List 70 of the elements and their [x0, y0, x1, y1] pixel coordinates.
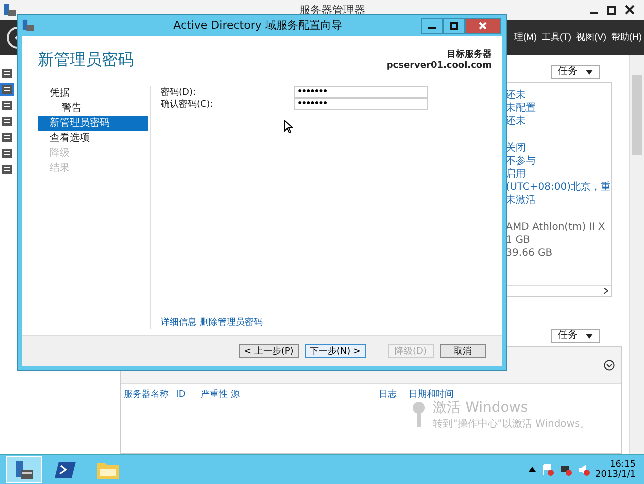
nav-item[interactable] — [0, 99, 14, 112]
property-link[interactable]: 启用 — [506, 168, 611, 181]
property-link[interactable]: 不参与 — [506, 155, 611, 168]
wizard-step[interactable]: 警告 — [38, 101, 148, 116]
property-value: 1 GB — [506, 234, 532, 247]
activation-text: 转到"操作中心"以激活 Windows。 — [433, 418, 590, 431]
property-link[interactable]: 还未 — [506, 89, 611, 102]
dialog-button[interactable]: 下一步(N) > — [304, 344, 366, 358]
close-icon[interactable] — [624, 4, 636, 16]
key-icon — [411, 401, 428, 429]
property-value: 39.66 GB — [506, 247, 554, 260]
column-header[interactable]: 服务器名称 — [124, 388, 176, 401]
nav-item[interactable] — [0, 115, 14, 128]
field-label: 密码(D): — [161, 86, 197, 98]
column-header[interactable]: 严重性 — [201, 388, 232, 401]
column-header[interactable]: 源 — [231, 388, 380, 401]
property-link[interactable]: 关闭 — [506, 142, 611, 155]
close-button[interactable] — [465, 18, 501, 34]
nav-item[interactable] — [0, 67, 14, 80]
menu-item[interactable]: 理(M) — [514, 31, 537, 44]
taskbar-app[interactable] — [6, 456, 42, 483]
server-manager-icon — [13, 458, 35, 480]
field-label: 确认密码(C): — [161, 98, 214, 110]
column-header[interactable]: 日期和时间 — [409, 388, 470, 401]
network-icon[interactable] — [560, 464, 572, 476]
nav-item[interactable] — [0, 163, 14, 176]
wizard-step[interactable]: 凭据 — [38, 86, 148, 101]
property-link[interactable]: 还未 — [506, 115, 611, 128]
maximize-button[interactable] — [443, 18, 465, 34]
target-label: 目标服务器 — [447, 50, 492, 61]
column-header[interactable]: 日志 — [379, 388, 410, 401]
app-icon — [22, 19, 35, 32]
property-link[interactable]: (UTC+08:00)北京，重 — [506, 181, 611, 194]
property-link[interactable]: 未激活 — [506, 194, 611, 207]
tasks-button[interactable]: 任务 — [551, 329, 600, 343]
property-value: AMD Athlon(tm) II X — [506, 221, 606, 234]
scroll-right-icon[interactable] — [604, 288, 608, 294]
flag-icon[interactable] — [542, 464, 554, 476]
target-server: pcserver01.cool.com — [386, 61, 492, 72]
close-icon — [479, 22, 487, 30]
activation-title: 激活 Windows — [433, 399, 530, 417]
vertical-scrollbar[interactable] — [629, 55, 644, 454]
nav-item[interactable] — [0, 131, 14, 144]
nav-item[interactable] — [0, 83, 14, 96]
wizard-step[interactable]: 新管理员密码 — [38, 116, 148, 131]
dialog-title: Active Directory 域服务配置向导 — [172, 18, 344, 33]
terminal-icon — [55, 460, 77, 478]
menu-item[interactable]: 工具(T) — [542, 31, 572, 44]
dialog-button[interactable]: 取消 — [440, 344, 486, 358]
dialog-button[interactable]: < 上一步(P) — [238, 344, 299, 358]
menu-item[interactable]: 帮助(H) — [612, 31, 642, 44]
speaker-icon[interactable] — [578, 464, 590, 476]
page-heading: 新管理员密码 — [38, 50, 134, 71]
expand-icon[interactable] — [604, 360, 615, 370]
maximize-icon — [450, 22, 458, 30]
property-link[interactable]: 未配置 — [506, 102, 611, 115]
menu-item[interactable]: 视图(V) — [576, 31, 606, 44]
caret-icon — [586, 334, 593, 338]
restore-icon[interactable] — [606, 4, 618, 16]
tasks-button[interactable]: 任务 — [551, 65, 600, 79]
nav-item[interactable] — [0, 147, 14, 160]
wizard-step[interactable]: 查看选项 — [38, 131, 148, 146]
minimize-button[interactable] — [421, 18, 443, 34]
column-header[interactable]: ID — [176, 390, 202, 400]
caret-icon — [586, 70, 593, 74]
cursor-icon — [284, 120, 293, 134]
show-hidden-icon[interactable] — [528, 467, 536, 472]
app-icon — [3, 3, 17, 17]
clock[interactable]: 16:15 2013/1/1 — [596, 460, 636, 480]
details-link[interactable]: 详细信息 删除管理员密码 — [161, 316, 428, 329]
